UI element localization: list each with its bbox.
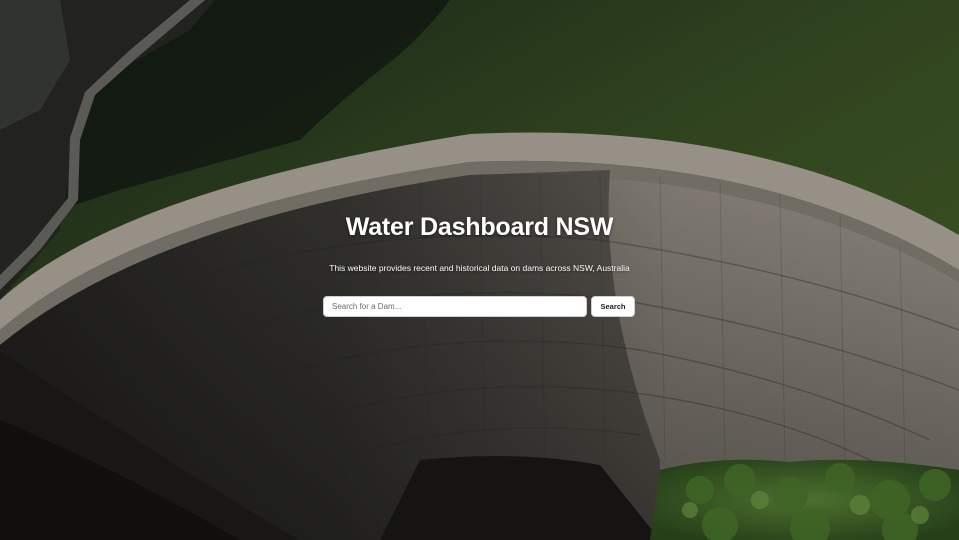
page-subtitle: This website provides recent and histori… (329, 263, 630, 273)
dam-search-form: Search (323, 296, 635, 318)
page-title: Water Dashboard NSW (345, 213, 614, 241)
search-button[interactable]: Search (591, 296, 635, 317)
hero-section: Water Dashboard NSW This website provide… (0, 0, 959, 540)
hero-content: Water Dashboard NSW This website provide… (0, 0, 959, 540)
dam-search-input[interactable] (323, 296, 587, 317)
